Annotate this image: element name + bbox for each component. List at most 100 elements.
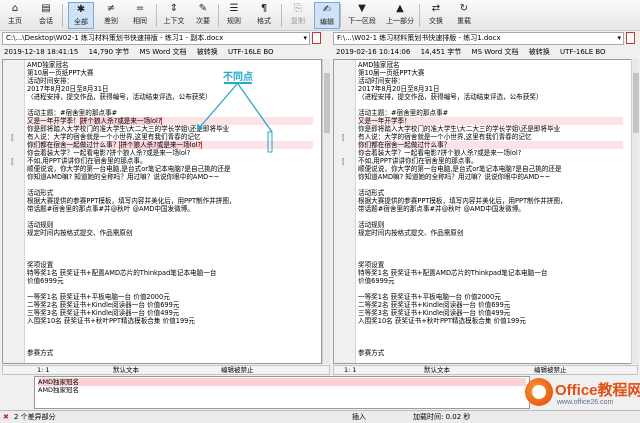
text-line: 你知道AMD嘛? 知道她的全称吗？用过嘛？说说你眼中的AMD~~ — [358, 173, 551, 181]
text-line — [358, 181, 623, 189]
text-line — [27, 213, 313, 221]
toolbar-button-1[interactable]: ▤ 会话 — [32, 2, 60, 29]
text-line: 价值6999元 — [358, 277, 395, 285]
insert-mode: 插入 — [352, 413, 366, 421]
toolbar-button-14[interactable]: ↻ 重载 — [451, 2, 477, 29]
watermark-logo: Office教程网 www.office26.com — [525, 378, 640, 414]
text-line: 奖项设置 — [358, 261, 385, 269]
right-text-mode: 默认文本 — [424, 366, 450, 374]
text-line: 带话题#宿舍里的那点事#并@秋叶 @AMD中国发微博。 — [358, 205, 525, 213]
toolbar-button-label: 主页 — [8, 17, 22, 25]
text-line: 活动主题：#宿舍里的那点事# — [358, 109, 449, 117]
text-line: 你是即将踏入大学校门的准大学生\大二大三的学长学姐\还是即将毕业 — [27, 125, 230, 133]
text-line: 参赛方式 — [358, 349, 385, 357]
toolbar-button-11[interactable]: ▼ 下一区段 — [345, 2, 379, 29]
edit-icon: ✍ — [322, 4, 332, 15]
left-text-pane[interactable]: [ [ AMD独家冠名 第10届一页纸PPT大赛 活动时间安排： 2017年8月20日… — [2, 59, 322, 364]
preview-line-left: AMD独家冠名 — [38, 378, 526, 386]
toolbar-button-0[interactable]: ⌂ 主页 — [3, 2, 27, 29]
text-line — [27, 237, 313, 245]
toolbar-separator — [340, 4, 341, 27]
text-line: 活动时间安排： — [358, 77, 405, 85]
toolbar-button-8[interactable]: ¶ 格式 — [250, 2, 278, 29]
toolbar-button-label: 规则 — [227, 17, 241, 25]
diff-marker-icon: [ — [342, 133, 346, 142]
left-encoding: UTF-16LE BO — [227, 48, 274, 56]
right-convert: 被转换 — [528, 48, 550, 56]
text-line: 特等奖1名 获奖证书+配置AMD芯片的Thinkpad笔记本电脑一台 — [358, 269, 548, 277]
rules-icon: ☰ — [229, 3, 239, 14]
toolbar-button-5[interactable]: ⇕ 上下文 — [160, 2, 188, 29]
toolbar-button-6[interactable]: ✎ 次要 — [190, 2, 216, 29]
right-path-field[interactable]: F:\...\W02-1 练习材料策划书快速排版 - 练习1.docx ▾ — [333, 32, 624, 45]
right-size: 14,451 字节 — [420, 48, 462, 56]
chevron-down-icon[interactable]: ▾ — [303, 33, 307, 44]
scrollbar-thumb[interactable] — [324, 73, 330, 133]
context-icon: ⇕ — [169, 3, 179, 14]
toolbar-button-2[interactable]: ✱ 全部 — [68, 2, 94, 29]
right-path-text: F:\...\W02-1 练习材料策划书快速排版 - 练习1.docx — [337, 34, 501, 42]
toolbar-button-3[interactable]: ≠ 差别 — [98, 2, 124, 29]
toolbar-button-9[interactable]: ⎘ 复制 — [286, 2, 310, 29]
toolbar-separator — [419, 4, 420, 27]
text-line: 顺便说说，你大学的第一台电脑,是台式or笔记本电脑?是自己挑的还是 — [358, 165, 562, 173]
text-line: 活动形式 — [27, 189, 54, 197]
diff-icon: ≠ — [106, 3, 116, 14]
left-edit-status: 编辑被禁止 — [221, 366, 254, 374]
session-icon: ▤ — [41, 3, 51, 14]
text-line — [358, 245, 623, 253]
left-file-icon[interactable] — [312, 32, 321, 44]
left-path-text: C:\...\Desktop\W02-1 练习材料策划书快速排版 - 练习1 -… — [6, 34, 224, 42]
toolbar-button-7[interactable]: ☰ 规则 — [222, 2, 246, 29]
watermark-url: www.office26.com — [557, 399, 614, 406]
toolbar-separator — [156, 4, 157, 27]
copy-icon: ⎘ — [294, 3, 302, 14]
text-line: 根据大赛提供的参赛PPT模板，填写内容并美化后，用PPT制作并拼图， — [358, 197, 567, 205]
text-line: 2017年8月20日至8月31日 — [358, 85, 440, 93]
same-icon: = — [135, 3, 145, 14]
right-file-icon[interactable] — [626, 32, 635, 44]
text-line — [27, 101, 313, 109]
text-line — [358, 333, 623, 341]
text-line: 活动规则 — [27, 221, 54, 229]
toolbar-button-13[interactable]: ⇄ 交换 — [424, 2, 448, 29]
text-line: 活动形式 — [358, 189, 385, 197]
diff-status-icon: ✖ — [3, 413, 9, 421]
text-line — [27, 245, 313, 253]
right-text-pane[interactable]: [ [ AMD独家冠名 第10届一页纸PPT大赛 活动时间安排： 2017年8月20日… — [333, 59, 632, 364]
text-line: 三等奖3名 获奖证书+Kindle阅读器一台 价值499元 — [358, 309, 511, 317]
left-path-field[interactable]: C:\...\Desktop\W02-1 练习材料策划书快速排版 - 练习1 -… — [2, 32, 310, 45]
toolbar-button-12[interactable]: ▲ 上一部分 — [381, 2, 419, 29]
scrollbar-thumb[interactable] — [633, 73, 639, 133]
preview-line-right: AMD独家冠名 — [38, 386, 80, 394]
text-line: （进程安排，提交作品，获得编号，活动结束评选，公布获奖） — [358, 93, 543, 101]
toolbar-button-label: 格式 — [257, 17, 271, 25]
text-line: 不如,用PPT讲讲你们在宿舍里的那点事。 — [358, 157, 478, 165]
text-line — [358, 237, 623, 245]
diff-highlight: 拼个狼人杀?或是来一场lol? — [79, 117, 163, 125]
right-gutter: [ [ — [334, 60, 356, 363]
text-line: 活动时间安排： — [27, 77, 74, 85]
text-line: 又是一年开学季！ — [358, 117, 623, 125]
left-date: 2019-12-18 18:41:15 — [4, 48, 79, 56]
text-line: 规定时间内按格式提交、作品需原创 — [27, 229, 133, 237]
office-logo-icon — [525, 378, 553, 406]
toolbar-button-label: 全部 — [74, 18, 88, 26]
text-line — [27, 285, 313, 293]
right-cursor-pos: 1: 1 — [344, 366, 357, 374]
text-line: 一等奖1名 获奖证书+平板电脑一台 价值2000元 — [27, 293, 170, 301]
left-scrollbar[interactable] — [322, 59, 330, 364]
text-line: （进程安排，提交作品，获得编号，活动结束评选，公布获奖） — [27, 93, 212, 101]
chevron-down-icon[interactable]: ▾ — [617, 33, 621, 44]
toolbar-button-label: 交换 — [429, 17, 443, 25]
diff-highlight: 拼个狼人杀?或是来一场lol? — [119, 141, 202, 149]
toolbar-button-label: 下一区段 — [348, 17, 376, 25]
toolbar-button-10[interactable]: ✍ 编辑 — [314, 2, 340, 29]
swap-icon: ⇄ — [431, 3, 441, 14]
toolbar-button-label: 上一部分 — [386, 17, 414, 25]
right-encoding: UTF-16LE BO — [559, 48, 606, 56]
right-scrollbar[interactable] — [631, 59, 639, 364]
text-line — [358, 341, 623, 349]
toolbar-button-4[interactable]: = 相同 — [127, 2, 153, 29]
diff-marker-icon: [ — [11, 133, 15, 142]
